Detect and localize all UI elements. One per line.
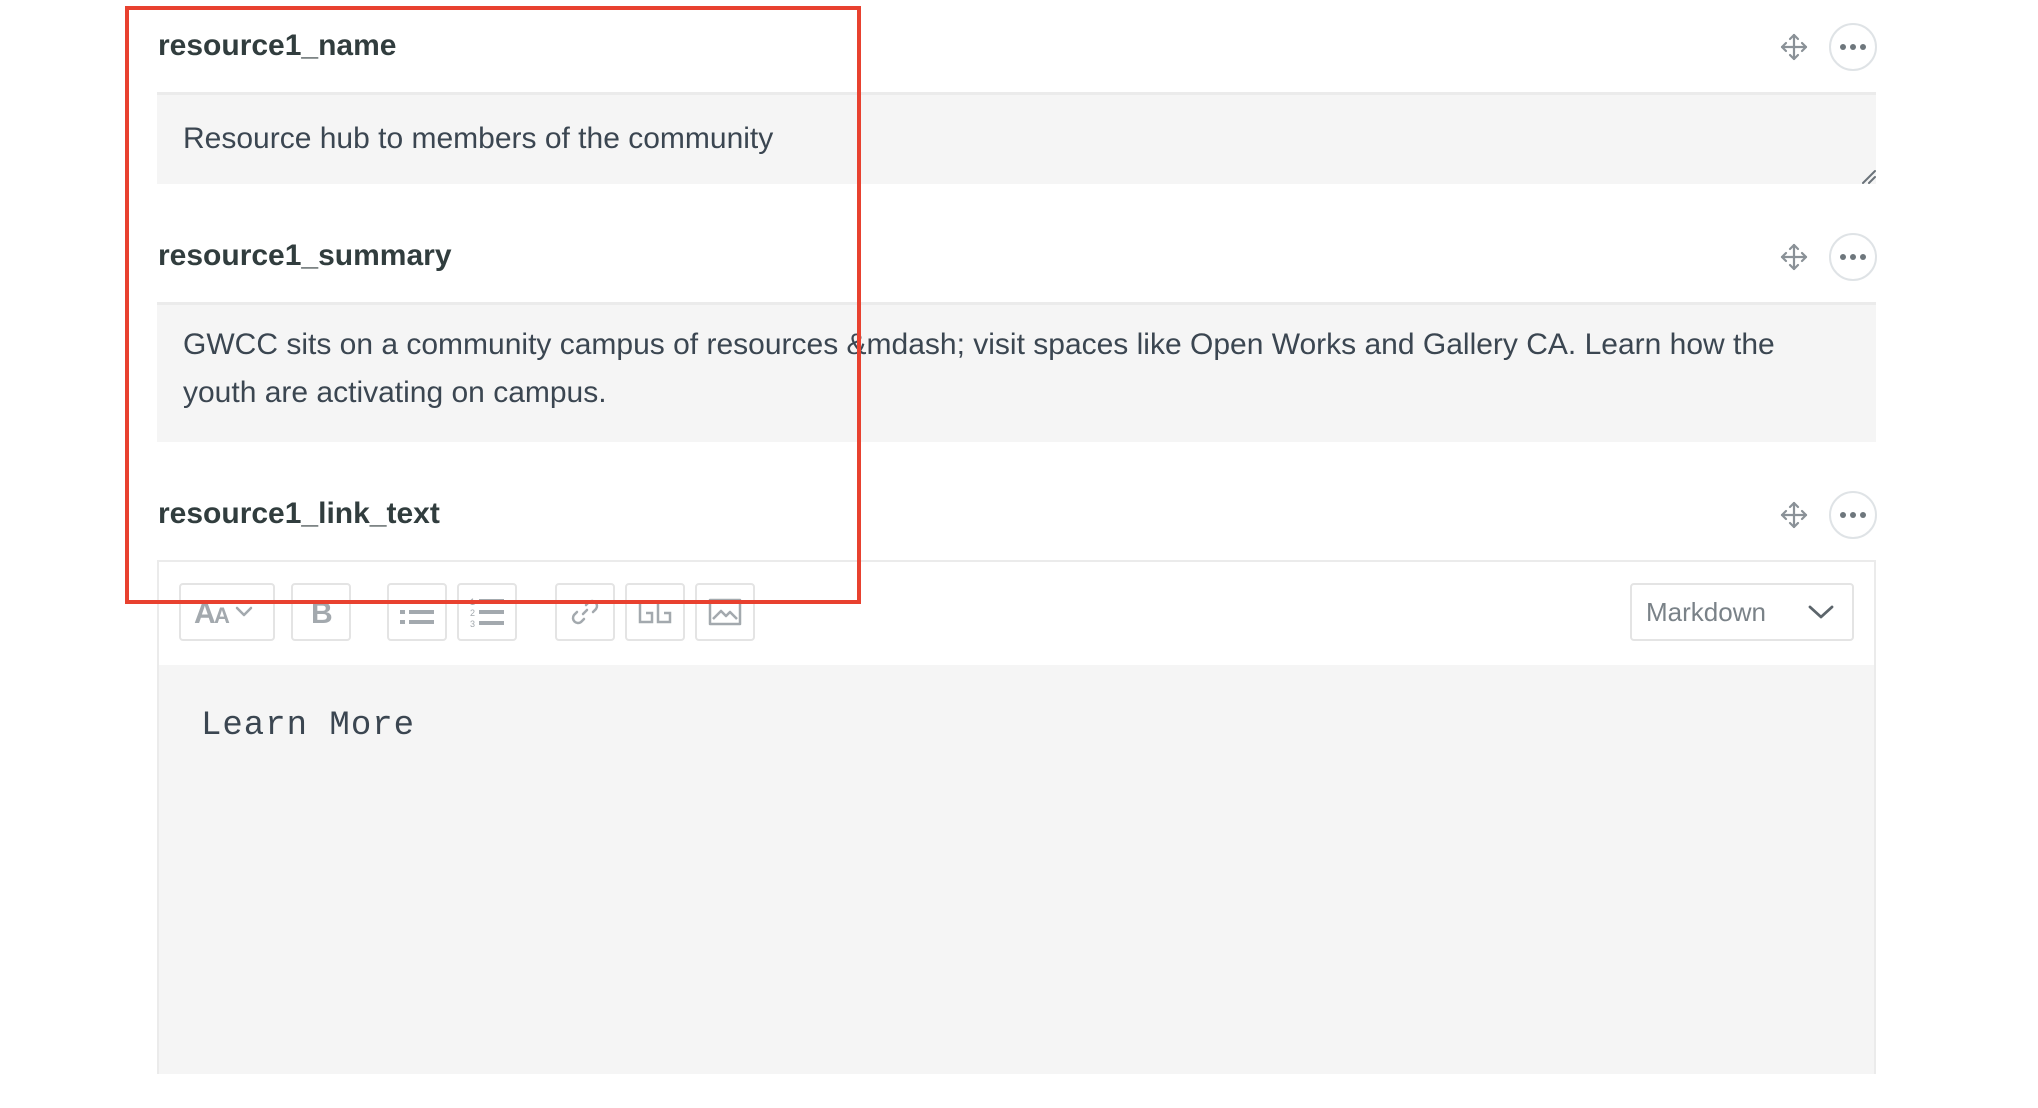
svg-text:A: A: [214, 603, 230, 628]
name-input[interactable]: Resource hub to members of the community: [157, 92, 1876, 184]
code-block-button[interactable]: [625, 583, 685, 641]
editor-mode-select[interactable]: Markdown: [1630, 583, 1854, 641]
editor-content-area[interactable]: Learn More: [159, 665, 1874, 1074]
editor-mode-label: Markdown: [1646, 596, 1766, 627]
move-arrows-icon[interactable]: [1779, 500, 1809, 530]
code-block-icon: [638, 600, 672, 624]
field-actions-link-text: [1779, 491, 1877, 539]
chevron-down-icon: [1808, 605, 1834, 619]
ellipsis-icon: [1840, 512, 1866, 518]
ellipsis-icon: [1840, 44, 1866, 50]
resize-grip-icon[interactable]: [1860, 168, 1876, 184]
bulleted-list-icon: [400, 600, 434, 624]
font-size-icon: A A: [194, 597, 253, 629]
markdown-editor: A A B 123 Markdown Learn More: [157, 560, 1876, 1074]
heading-button[interactable]: A A: [179, 583, 275, 641]
link-button[interactable]: [555, 583, 615, 641]
image-button[interactable]: [695, 583, 755, 641]
move-arrows-icon[interactable]: [1779, 242, 1809, 272]
more-options-button[interactable]: [1829, 23, 1877, 71]
editor-toolbar: A A B 123 Markdown: [159, 562, 1874, 668]
bulleted-list-button[interactable]: [387, 583, 447, 641]
svg-text:A: A: [194, 597, 216, 629]
more-options-button[interactable]: [1829, 491, 1877, 539]
link-text-value[interactable]: Learn More: [201, 707, 415, 745]
svg-text:B: B: [311, 597, 333, 627]
svg-text:3: 3: [470, 619, 475, 628]
move-arrows-icon[interactable]: [1779, 32, 1809, 62]
link-icon: [571, 599, 599, 625]
ellipsis-icon: [1840, 254, 1866, 260]
bold-icon: B: [311, 597, 333, 627]
bold-button[interactable]: B: [291, 583, 351, 641]
numbered-list-button[interactable]: 123: [457, 583, 517, 641]
more-options-button[interactable]: [1829, 233, 1877, 281]
numbered-list-icon: 123: [470, 597, 504, 628]
summary-input[interactable]: GWCC sits on a community campus of resou…: [157, 302, 1876, 442]
field-label-summary: resource1_summary: [158, 239, 452, 272]
image-icon: [708, 598, 742, 626]
field-label-link-text: resource1_link_text: [158, 497, 440, 530]
field-actions-summary: [1779, 233, 1877, 281]
field-label-name: resource1_name: [158, 29, 397, 62]
svg-text:2: 2: [470, 608, 475, 618]
svg-text:1: 1: [470, 597, 475, 607]
field-actions-name: [1779, 23, 1877, 71]
